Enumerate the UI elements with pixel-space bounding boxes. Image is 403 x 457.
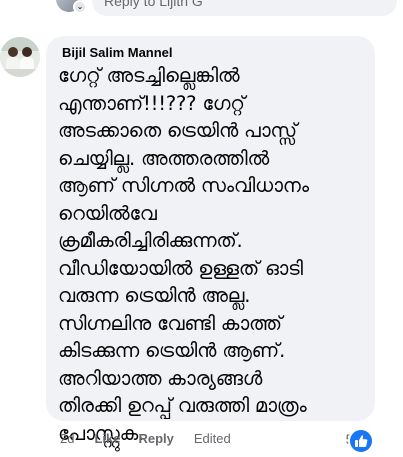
comment-text: ഗേറ്റ് അടച്ചില്ലെങ്കിൽ എന്താണ്!!!??? ഗേറ… [58, 64, 309, 445]
avatar[interactable] [0, 37, 40, 77]
comment-bubble: Bijil Salim Mannel ഗേറ്റ് അടച്ചില്ലെങ്കി… [46, 36, 375, 445]
reply-input[interactable]: Reply to Lijith G [92, 0, 397, 16]
comment-actions: 2d Like Reply Edited [60, 430, 231, 448]
thumbs-up-icon [355, 435, 368, 447]
chevron-down-icon[interactable]: ⌄ [73, 0, 87, 14]
edited-label[interactable]: Edited [194, 430, 231, 448]
reply-button[interactable]: Reply [138, 430, 173, 448]
comment-author[interactable]: Bijil Salim Mannel [62, 45, 363, 61]
like-button[interactable]: Like [94, 430, 120, 448]
like-icon[interactable] [348, 428, 374, 454]
profile-photo-image [0, 37, 40, 77]
comment-timestamp[interactable]: 2d [60, 430, 74, 448]
previous-reply-row: ⌄ Reply to Lijith G [56, 0, 403, 18]
